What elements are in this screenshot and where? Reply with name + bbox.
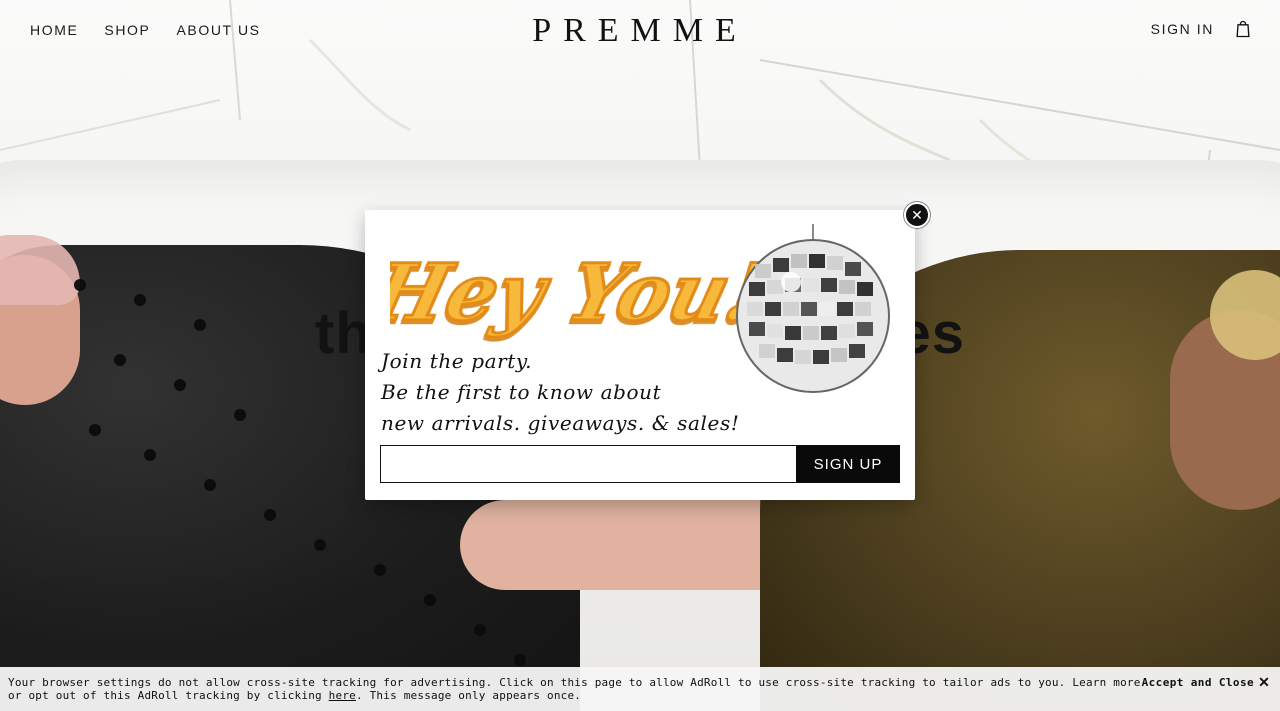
hero-headline-left: th xyxy=(315,301,372,366)
consent-close-icon[interactable]: ✕ xyxy=(1256,674,1272,690)
site-header: HOME SHOP ABOUT US PREMME SIGN IN xyxy=(0,0,1280,62)
email-input[interactable] xyxy=(380,445,796,483)
newsletter-popup: Hey You! Join the party. Be the first to… xyxy=(365,210,915,500)
consent-here-link[interactable]: here xyxy=(329,689,356,702)
popup-headline-art: Hey You! xyxy=(390,246,760,341)
signup-button[interactable]: SIGN UP xyxy=(796,445,900,483)
cookie-consent-bar: Your browser settings do not allow cross… xyxy=(0,667,1280,711)
popup-copy: Join the party. Be the first to know abo… xyxy=(381,346,741,439)
consent-text: Your browser settings do not allow cross… xyxy=(8,676,1143,702)
account-nav: SIGN IN xyxy=(1151,18,1254,40)
popup-line-3: new arrivals. giveaways. & sales! xyxy=(381,411,740,435)
site-logo[interactable]: PREMME xyxy=(0,12,1280,50)
popup-line-2: Be the first to know about xyxy=(381,380,662,404)
signup-form: SIGN UP xyxy=(380,445,900,483)
disco-ball-icon xyxy=(736,224,890,393)
consent-text-after: . This message only appears once. xyxy=(355,689,582,702)
popup-line-1: Join the party. xyxy=(381,349,533,373)
popup-headline-text: Hey You! xyxy=(390,247,760,339)
shopping-bag-icon[interactable] xyxy=(1232,18,1254,40)
popup-headline: Hey You! xyxy=(390,230,760,350)
close-icon[interactable]: ✕ xyxy=(904,202,930,228)
sign-in-link[interactable]: SIGN IN xyxy=(1151,21,1214,37)
accept-and-close-button[interactable]: Accept and Close xyxy=(1142,676,1254,689)
